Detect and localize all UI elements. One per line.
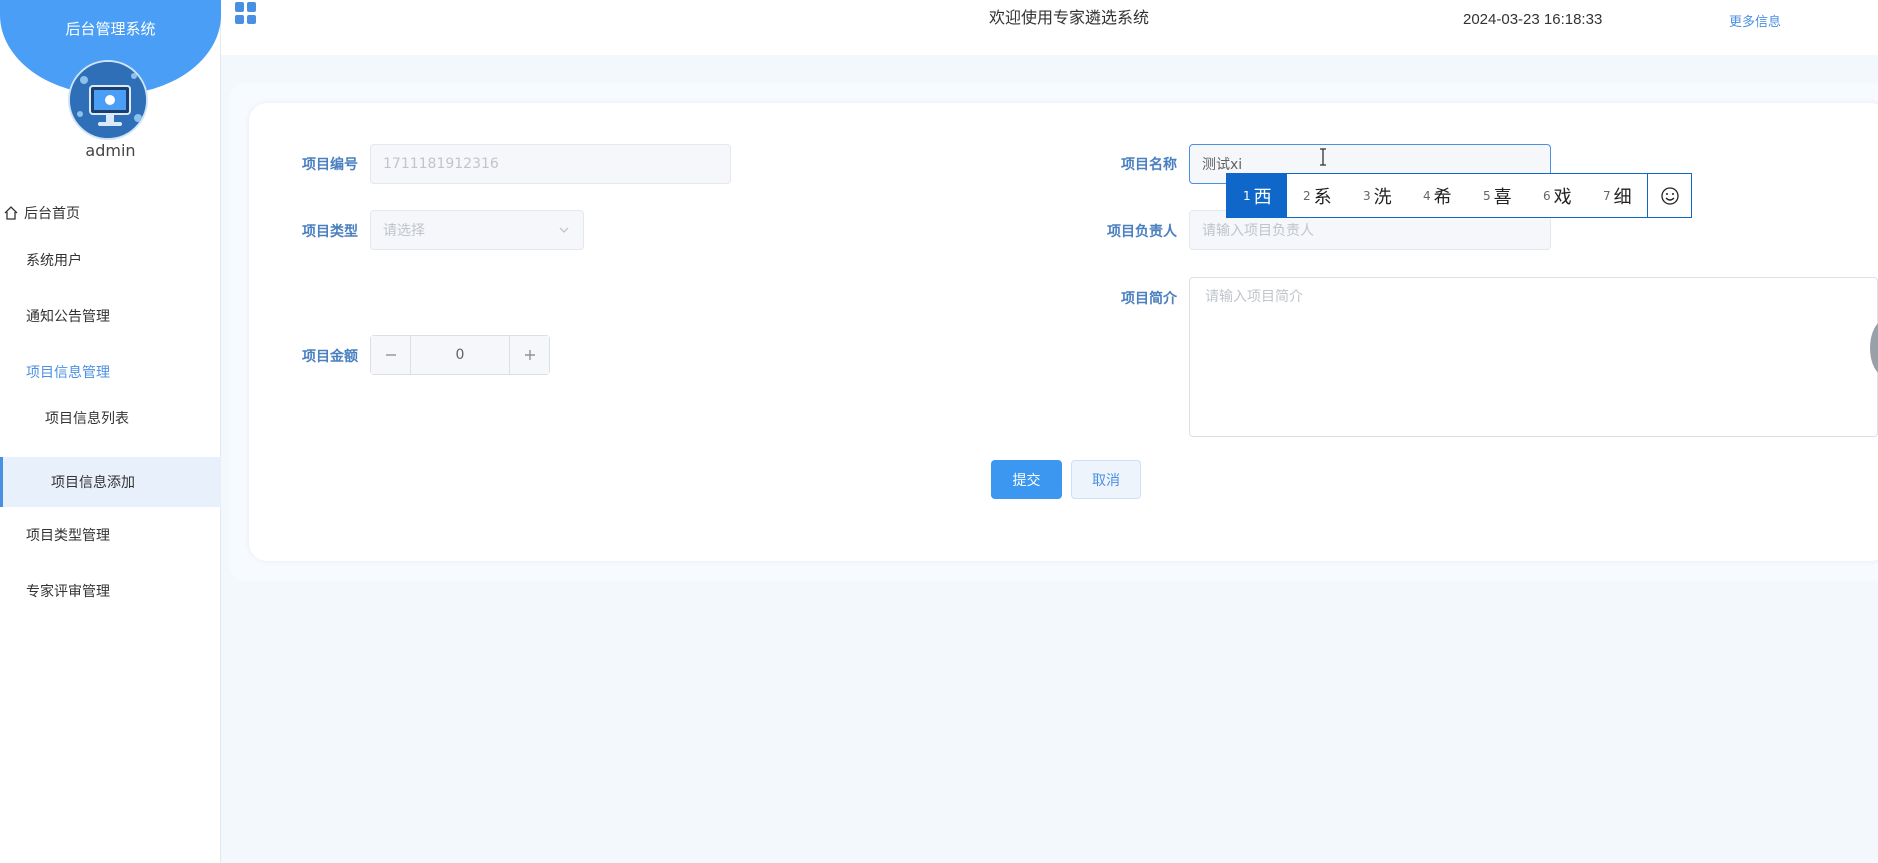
ime-candidate-number: 7 [1603, 188, 1611, 203]
ime-candidate-number: 1 [1243, 188, 1251, 203]
ime-candidate[interactable]: 6 戏 [1527, 174, 1587, 217]
avatar[interactable] [68, 60, 148, 140]
increment-button[interactable] [509, 336, 549, 374]
chevron-down-icon [557, 223, 571, 237]
ime-candidate-char: 细 [1613, 186, 1632, 208]
top-header: 欢迎使用专家遴选系统 2024-03-23 16:18:33 更多信息 [221, 0, 1878, 55]
ime-candidate[interactable]: 5 喜 [1467, 174, 1527, 217]
plus-icon [524, 350, 535, 360]
ime-candidate[interactable]: 7 细 [1587, 174, 1647, 217]
project-intro-placeholder: 请输入项目简介 [1205, 289, 1303, 305]
sidebar-item-label: 项目信息列表 [45, 411, 129, 427]
sidebar-item-home[interactable]: 后台首页 [0, 190, 221, 236]
project-intro-textarea[interactable]: 请输入项目简介 [1189, 277, 1878, 437]
submit-button[interactable]: 提交 [991, 460, 1062, 499]
project-type-select[interactable]: 请选择 [370, 210, 584, 250]
project-intro-label: 项目简介 [1121, 291, 1177, 307]
text-cursor-icon [1318, 148, 1328, 166]
project-owner-label: 项目负责人 [1107, 224, 1177, 240]
cancel-button[interactable]: 取消 [1071, 460, 1141, 499]
project-name-label: 项目名称 [1121, 157, 1177, 173]
ime-candidate-number: 2 [1303, 188, 1311, 203]
sidebar-item-expert-review[interactable]: 专家评审管理 [0, 568, 221, 614]
ime-candidate[interactable]: 3 洗 [1347, 174, 1407, 217]
project-no-label: 项目编号 [302, 157, 358, 173]
sidebar-item-label: 项目信息添加 [51, 475, 135, 491]
sidebar-item-label: 专家评审管理 [26, 584, 110, 600]
project-type-placeholder: 请选择 [383, 223, 425, 239]
ime-candidate-char: 西 [1253, 186, 1272, 208]
ime-candidate[interactable]: 2 系 [1287, 174, 1347, 217]
decrement-button[interactable] [371, 336, 411, 374]
ime-candidate-number: 4 [1423, 188, 1431, 203]
ime-candidate[interactable]: 1 西 [1227, 174, 1287, 217]
sidebar-item-project-add[interactable]: 项目信息添加 [0, 457, 221, 507]
ime-candidate-char: 希 [1433, 186, 1452, 208]
ime-candidate-char: 洗 [1373, 186, 1392, 208]
more-info-link[interactable]: 更多信息 [1729, 11, 1781, 30]
sidebar-item-label: 后台首页 [24, 206, 80, 222]
project-amount-label: 项目金额 [302, 349, 358, 365]
menu-grid-icon[interactable] [235, 2, 257, 24]
system-title: 后台管理系统 [65, 20, 156, 38]
project-amount-value[interactable]: 0 [411, 336, 509, 374]
sidebar-item-system-users[interactable]: 系统用户 [0, 237, 221, 283]
sidebar-item-project-types[interactable]: 项目类型管理 [0, 512, 221, 558]
project-name-value: 测试xi [1202, 157, 1243, 173]
project-amount-stepper: 0 [370, 335, 550, 375]
ime-candidate-char: 戏 [1553, 186, 1572, 208]
sidebar-item-label: 项目信息管理 [26, 365, 110, 381]
username: admin [85, 141, 136, 160]
ime-candidate-number: 5 [1483, 188, 1491, 203]
project-owner-placeholder: 请输入项目负责人 [1202, 223, 1314, 239]
ime-candidate-char: 喜 [1493, 186, 1512, 208]
sidebar-item-label: 通知公告管理 [26, 309, 110, 325]
project-no-value: 1711181912316 [383, 156, 499, 172]
smiley-icon[interactable] [1647, 174, 1691, 217]
sidebar-item-label: 项目类型管理 [26, 528, 110, 544]
sidebar: 后台管理系统 admin 后台首页 系统用户 通知公告管理 项目信息管理 项目信… [0, 0, 221, 863]
sidebar-item-label: 系统用户 [26, 253, 82, 269]
minus-icon [385, 354, 396, 356]
home-icon [3, 205, 19, 221]
ime-candidate-number: 6 [1543, 188, 1551, 203]
project-type-label: 项目类型 [302, 224, 358, 240]
sidebar-item-project-info[interactable]: 项目信息管理 [0, 349, 221, 395]
page-title: 欢迎使用专家遴选系统 [989, 8, 1150, 27]
sidebar-item-project-list[interactable]: 项目信息列表 [0, 398, 221, 438]
sidebar-item-notices[interactable]: 通知公告管理 [0, 293, 221, 339]
ime-candidate-number: 3 [1363, 188, 1371, 203]
ime-candidate-char: 系 [1313, 186, 1332, 208]
project-no-input[interactable]: 1711181912316 [370, 144, 731, 184]
current-datetime: 2024-03-23 16:18:33 [1463, 11, 1603, 28]
ime-candidate-bar: 1 西 2 系 3 洗 4 希 5 喜 6 戏 7 细 [1226, 173, 1692, 218]
ime-candidate[interactable]: 4 希 [1407, 174, 1467, 217]
